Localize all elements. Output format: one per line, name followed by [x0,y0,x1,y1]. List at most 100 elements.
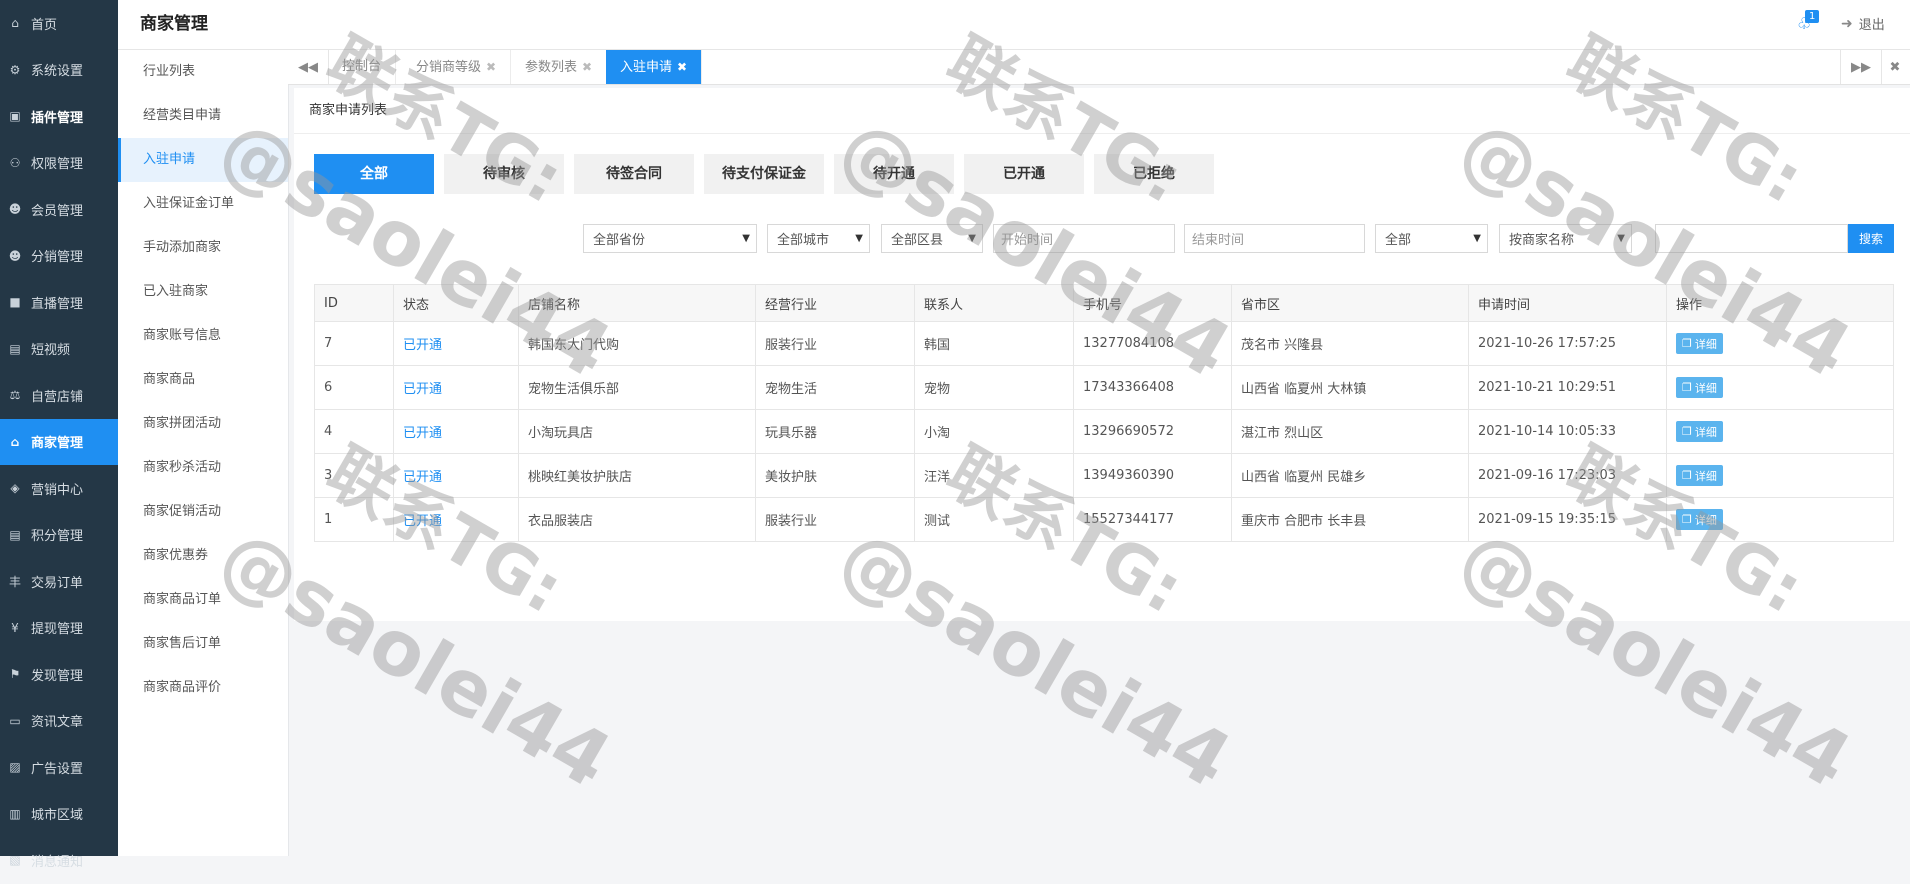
status-link[interactable]: 已开通 [403,426,442,441]
detail-button[interactable]: ❐详细 [1676,421,1723,442]
sidebar-item-withdraw[interactable]: ¥提现管理 [0,605,118,652]
sidebar-item-live[interactable]: ■直播管理 [0,279,118,326]
search-button[interactable]: 搜索 [1848,224,1894,253]
sidebar-item-orders[interactable]: 丰交易订单 [0,558,118,605]
filter-pending-contract-button[interactable]: 待签合同 [574,154,694,194]
detail-button[interactable]: ❐详细 [1676,377,1723,398]
select-value: 全部城市 [777,229,829,248]
keyword-type-select[interactable]: 按商家名称▼ [1499,224,1632,253]
district-select[interactable]: 全部区县▼ [881,224,983,253]
sidebar-item-marketing[interactable]: ◈营销中心 [0,465,118,512]
province-select[interactable]: 全部省份▼ [583,224,757,253]
filter-all-button[interactable]: 全部 [314,154,434,194]
tab-join-apply[interactable]: 入驻申请✖ [606,50,702,84]
status-link[interactable]: 已开通 [403,470,442,485]
sidebar-item-city-regions[interactable]: ▥城市区域 [0,791,118,838]
sidebar-item-members[interactable]: ☻会员管理 [0,186,118,233]
filter-pending-open-button[interactable]: 待开通 [834,154,954,194]
sub-item-deposit-orders[interactable]: 入驻保证金订单 [118,182,288,226]
sidebar-item-ads[interactable]: ▨广告设置 [0,744,118,791]
sidebar-item-notifications[interactable]: ▧消息通知 [0,837,118,884]
filter-opened-button[interactable]: 已开通 [964,154,1084,194]
filter-rejected-button[interactable]: 已拒绝 [1094,154,1214,194]
sidebar-item-label: 消息通知 [31,851,83,870]
status-select[interactable]: 全部▼ [1375,224,1488,253]
sub-item-group-buy[interactable]: 商家拼团活动 [118,402,288,446]
detail-button[interactable]: ❐详细 [1676,465,1723,486]
sub-item-accounts[interactable]: 商家账号信息 [118,314,288,358]
cell-store-name: 宠物生活俱乐部 [519,366,756,410]
copy-icon: ❐ [1682,337,1692,350]
end-time-input[interactable]: 结束时间 [1184,224,1365,253]
cell-store-name: 韩国东大门代购 [519,322,756,366]
sub-item-flash-sale[interactable]: 商家秒杀活动 [118,446,288,490]
sidebar-item-label: 营销中心 [31,479,83,498]
sidebar-item-own-store[interactable]: ⚖自营店铺 [0,372,118,419]
sidebar-item-label: 会员管理 [31,200,83,219]
table-row: 1 已开通 衣品服装店 服装行业 测试 15527344177 重庆市 合肥市 … [315,498,1894,542]
sidebar-item-system-settings[interactable]: ⚙系统设置 [0,47,118,94]
keyword-input[interactable] [1655,224,1848,253]
sub-item-reviews[interactable]: 商家商品评价 [118,666,288,710]
tab-close-all-button[interactable]: ✖ [1880,50,1910,84]
sidebar-item-points[interactable]: ▤积分管理 [0,512,118,559]
header-phone: 手机号 [1074,285,1232,322]
cell-region: 山西省 临夏州 大林镇 [1232,366,1469,410]
sub-item-promotions[interactable]: 商家促销活动 [118,490,288,534]
sidebar-item-label: 提现管理 [31,618,83,637]
header-industry: 经营行业 [756,285,915,322]
sub-item-join-apply[interactable]: 入驻申请 [118,138,288,182]
tab-distributor-level[interactable]: 分销商等级✖ [402,50,511,84]
sub-item-industry-list[interactable]: 行业列表 [118,50,288,94]
sidebar-item-short-video[interactable]: ▤短视频 [0,326,118,373]
sidebar-item-permissions[interactable]: ⚇权限管理 [0,140,118,187]
cell-region: 茂名市 兴隆县 [1232,322,1469,366]
filter-pending-deposit-button[interactable]: 待支付保证金 [704,154,824,194]
sidebar-item-merchants[interactable]: ⌂商家管理 [0,419,118,466]
status-link[interactable]: 已开通 [403,338,442,353]
cell-contact: 测试 [915,498,1074,542]
copy-icon: ❐ [1682,469,1692,482]
sidebar-item-distribution[interactable]: ☻分销管理 [0,233,118,280]
close-icon[interactable]: ✖ [486,60,496,74]
video-icon: ■ [8,295,22,309]
cell-phone: 13296690572 [1074,410,1232,454]
detail-label: 详细 [1695,424,1717,440]
map-icon: ▥ [8,807,22,821]
start-time-input[interactable]: 开始时间 [993,224,1175,253]
sidebar-item-label: 发现管理 [31,665,83,684]
gear-icon: ⚙ [8,63,22,77]
sub-item-aftersale-orders[interactable]: 商家售后订单 [118,622,288,666]
sidebar-item-label: 分销管理 [31,246,83,265]
cell-contact: 韩国 [915,322,1074,366]
sidebar-item-label: 自营店铺 [31,386,83,405]
home-icon: ⌂ [8,16,22,30]
detail-label: 详细 [1695,468,1717,484]
sidebar-item-plugins[interactable]: ▣插件管理 [0,93,118,140]
logout-button[interactable]: ➜ 退出 [1841,14,1885,33]
yen-icon: 丰 [8,574,22,588]
sidebar-item-articles[interactable]: ▭资讯文章 [0,698,118,745]
sidebar-item-discover[interactable]: ⚑发现管理 [0,651,118,698]
status-link[interactable]: 已开通 [403,382,442,397]
sub-item-products[interactable]: 商家商品 [118,358,288,402]
tab-scroll-left-button[interactable]: ◀◀ [288,50,329,84]
close-icon[interactable]: ✖ [677,60,687,74]
sub-item-joined-merchants[interactable]: 已入驻商家 [118,270,288,314]
city-select[interactable]: 全部城市▼ [767,224,870,253]
cell-phone: 15527344177 [1074,498,1232,542]
tab-console[interactable]: 控制台 [328,50,396,84]
cell-region: 山西省 临夏州 民雄乡 [1232,454,1469,498]
detail-button[interactable]: ❐详细 [1676,333,1723,354]
sub-item-manual-add[interactable]: 手动添加商家 [118,226,288,270]
filter-pending-review-button[interactable]: 待审核 [444,154,564,194]
tab-params[interactable]: 参数列表✖ [511,50,607,84]
sub-item-product-orders[interactable]: 商家商品订单 [118,578,288,622]
sidebar-item-home[interactable]: ⌂首页 [0,0,118,47]
detail-button[interactable]: ❐详细 [1676,509,1723,530]
status-link[interactable]: 已开通 [403,514,442,529]
sub-item-category-apply[interactable]: 经营类目申请 [118,94,288,138]
close-icon[interactable]: ✖ [582,60,592,74]
tab-scroll-right-button[interactable]: ▶▶ [1840,50,1882,84]
sub-item-coupons[interactable]: 商家优惠券 [118,534,288,578]
